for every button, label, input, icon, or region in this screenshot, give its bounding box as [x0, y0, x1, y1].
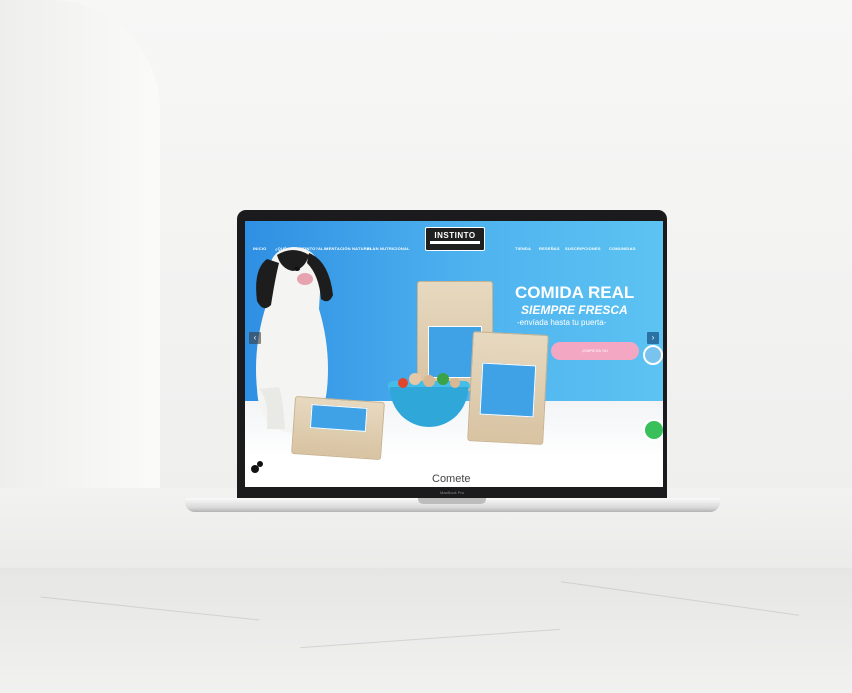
laptop-model-label: MacBook Pro — [439, 490, 464, 495]
nav-item-suscripciones[interactable]: SUSCRIPCIONES — [565, 246, 601, 251]
hero-tagline: -envíada hasta tu puerta- — [517, 318, 607, 327]
bowl-food — [398, 373, 460, 388]
slider-next-icon[interactable]: › — [647, 332, 659, 344]
section-heading: Comete — [432, 473, 471, 485]
logo-text: INSTINTO — [434, 231, 476, 240]
nav-item-tienda[interactable]: TIENDA — [515, 246, 531, 251]
marble-vein — [300, 628, 560, 649]
nav-item-comunidad[interactable]: COMUNIDAD — [609, 246, 636, 251]
slider-prev-icon[interactable]: ‹ — [249, 332, 261, 344]
laptop-screen: INICIO ¿QUÉ ES INSTINTO? ALIMENTACIÓN NA… — [245, 221, 663, 487]
logo-underline — [430, 241, 480, 244]
marble-vein — [561, 581, 799, 616]
laptop-notch — [418, 498, 486, 504]
marble-shelf-front — [0, 568, 852, 693]
hero-headline: COMIDA REAL — [515, 283, 635, 302]
product-label — [309, 404, 368, 432]
product-label — [479, 362, 537, 418]
site-logo[interactable]: INSTINTO — [425, 227, 485, 251]
nav-item-resenas[interactable]: RESEÑAS — [539, 246, 560, 251]
whatsapp-icon[interactable] — [643, 419, 663, 441]
nav-item-plan[interactable]: PLAN NUTRICIONAL — [367, 246, 410, 251]
product-bag — [291, 395, 385, 461]
hero-subheadline: SIEMPRE FRESCA — [521, 303, 628, 317]
cta-button[interactable]: ¡EMPIEZA YA! — [551, 342, 639, 360]
product-bag — [467, 331, 549, 445]
social-bubble-icon[interactable] — [643, 345, 663, 365]
wall-arch — [0, 0, 160, 490]
marble-vein — [40, 596, 260, 621]
chat-dot-icon — [257, 461, 263, 467]
